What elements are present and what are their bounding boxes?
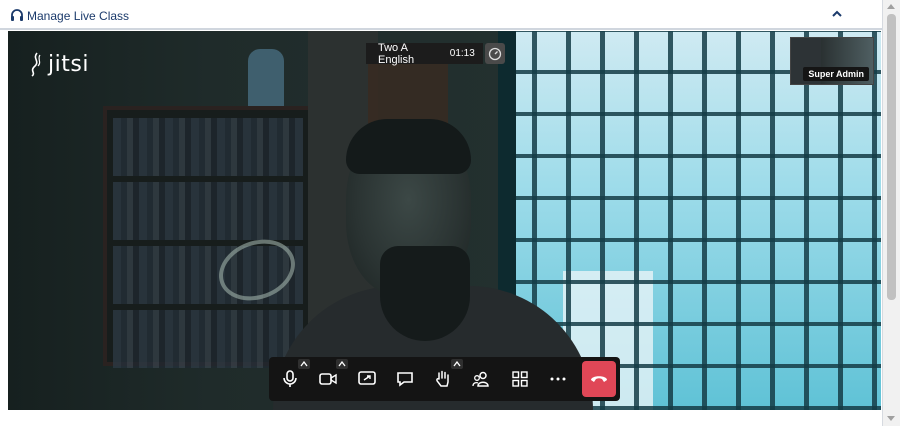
- hangup-icon: [591, 376, 607, 382]
- microphone-icon: [283, 370, 297, 387]
- panel-title: Manage Live Class: [27, 9, 130, 23]
- raise-hand-options-caret[interactable]: [451, 359, 463, 369]
- participants-button[interactable]: [467, 365, 495, 393]
- raise-hand-button[interactable]: [429, 365, 457, 393]
- meeting-info-bar: Two A English 01:13: [366, 41, 505, 66]
- chat-button[interactable]: [391, 365, 419, 393]
- raise-hand-icon: [436, 370, 449, 387]
- scroll-down-arrow[interactable]: [887, 416, 895, 421]
- tile-view-icon: [512, 371, 528, 387]
- more-options-icon: [550, 377, 566, 381]
- camera-icon: [319, 373, 337, 385]
- headphones-icon: [10, 8, 24, 22]
- speaker-video: [346, 119, 471, 174]
- speaker-video: [380, 246, 470, 341]
- camera-options-caret[interactable]: [336, 359, 348, 369]
- microphone-options-caret[interactable]: [298, 359, 310, 369]
- participant-name: Super Admin: [803, 67, 869, 81]
- participants-icon: [472, 371, 489, 387]
- meeting-info: Two A English 01:13: [366, 41, 483, 66]
- microphone-button[interactable]: [276, 365, 304, 393]
- jitsi-logo: jitsi: [28, 49, 89, 79]
- meeting-timer: 01:13: [449, 48, 475, 59]
- page-scrollbar[interactable]: [883, 0, 900, 426]
- meeting-title: Two A English: [378, 41, 415, 66]
- tile-view-button[interactable]: [506, 365, 534, 393]
- logo-text: jitsi: [48, 51, 89, 77]
- camera-button[interactable]: [314, 365, 342, 393]
- performance-icon[interactable]: [484, 43, 505, 64]
- video-conference[interactable]: jitsi Two A English 01:13 Super Admin: [8, 31, 881, 410]
- more-options-button[interactable]: [544, 365, 572, 393]
- meeting-toolbar: [269, 357, 620, 401]
- live-class-panel: Manage Live Class jitsi Two A English 01…: [0, 0, 883, 426]
- panel-header: Manage Live Class: [0, 0, 882, 30]
- scroll-up-arrow[interactable]: [887, 4, 895, 9]
- hangup-button[interactable]: [582, 361, 616, 397]
- scroll-thumb[interactable]: [887, 14, 896, 300]
- chevron-up-icon[interactable]: [828, 6, 846, 22]
- screen-share-icon: [358, 371, 376, 385]
- jitsi-logo-icon: [31, 52, 41, 77]
- screen-share-button[interactable]: [353, 365, 381, 393]
- chat-icon: [397, 372, 413, 387]
- video-background: [103, 106, 313, 368]
- participant-thumbnail[interactable]: Super Admin: [790, 37, 874, 85]
